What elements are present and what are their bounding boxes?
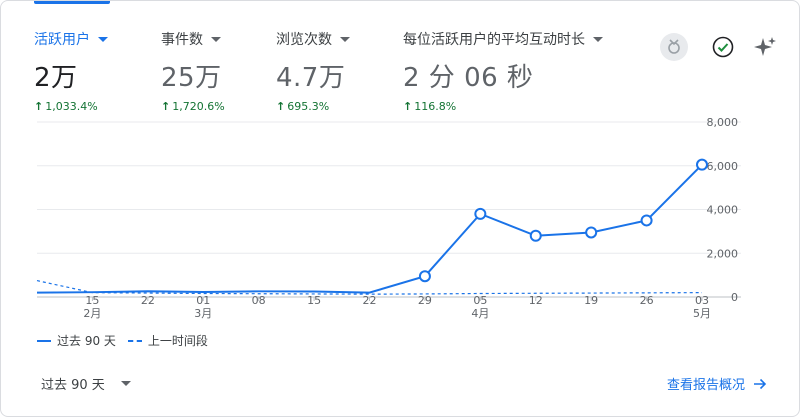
x-tick-label: 05 [473,294,487,307]
x-tick-label: 29 [418,294,432,307]
view-report-link[interactable]: 查看报告概况 [667,374,767,393]
chart-legend: 过去 90 天 上一时间段 [37,332,208,349]
data-point[interactable] [696,158,708,171]
y-tick-label: 4,000 [707,204,739,217]
arrow-right-icon [754,378,767,389]
data-point[interactable] [474,207,487,220]
x-month-label: 5月 [693,307,711,320]
x-month-label: 3月 [194,307,212,320]
data-point[interactable] [640,214,653,227]
date-range-select[interactable]: 过去 90 天 [41,374,131,393]
x-month-label: 4月 [471,307,489,320]
date-range-label: 过去 90 天 [41,378,105,393]
data-point[interactable] [529,229,542,242]
data-point[interactable] [418,270,431,283]
legend-solid-swatch [37,339,51,342]
line-chart: 8,0006,0004,0002,0000 152月22 013月08 15 22 29… [36,116,741,320]
y-tick-label: 2,000 [707,247,739,260]
x-tick-label: 19 [584,294,598,307]
x-month-label: 2月 [83,307,101,320]
x-tick-label: 15 [85,294,99,307]
x-tick-label: 22 [141,294,155,307]
view-report-label: 查看报告概况 [667,378,746,393]
x-tick-label: 08 [252,294,266,307]
x-tick-label: 03 [695,294,709,307]
x-tick-label: 26 [640,294,654,307]
y-tick-label: 6,000 [707,160,739,173]
overview-card: 活跃用户 2万 ↑ 1,033.4% 事件数 25万 ↑ 1,720.6% 浏览次数… [0,0,800,417]
current-period-line [36,163,703,294]
legend-current: 过去 90 天 [57,334,116,348]
data-point[interactable] [585,226,598,239]
x-tick-label: 15 [307,294,321,307]
legend-previous: 上一时间段 [147,334,208,348]
y-tick-label: 8,000 [707,116,739,129]
y-tick-label: 0 [731,291,738,304]
x-tick-label: 12 [529,294,543,307]
x-tick-label: 01 [196,294,210,307]
caret-down-icon [120,381,131,386]
legend-dashed-swatch [127,339,142,342]
x-tick-label: 22 [363,294,377,307]
